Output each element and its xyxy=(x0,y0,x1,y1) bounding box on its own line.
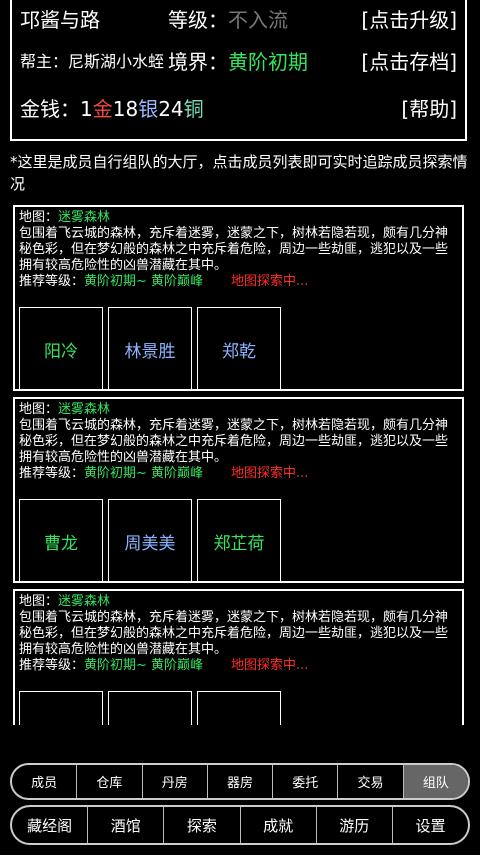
map-line: 地图：迷雾森林 xyxy=(19,210,458,226)
help-button[interactable]: [帮助] xyxy=(401,97,457,121)
member-button[interactable]: 郑乾 xyxy=(197,307,281,391)
level-value: 不入流 xyxy=(228,8,288,32)
member-button[interactable]: 郑芷荷 xyxy=(197,499,281,583)
map-name: 迷雾森林 xyxy=(58,402,111,417)
level-row: 等级：不入流 xyxy=(168,8,288,32)
member-button[interactable]: 阳冷 xyxy=(19,307,103,391)
map-line: 地图：迷雾森林 xyxy=(19,594,458,610)
silver-amount: 18 xyxy=(112,97,139,121)
recommend-line: 推荐等级：黄阶初期~ 黄阶巅峰 地图探索中... xyxy=(19,466,458,482)
team-card: 地图：迷雾森林 包围着飞云城的森林，充斥着迷雾，迷蒙之下，树林若隐若现，颇有几分… xyxy=(13,205,464,391)
sect-header: 邛酱与路 等级：不入流 [点击升级] 帮主：尼斯湖小水蛭 境界：黄阶初期 [点击… xyxy=(10,0,467,141)
realm-label: 境界： xyxy=(168,50,228,74)
silver-unit: 银 xyxy=(138,97,159,121)
recommend-line: 推荐等级：黄阶初期~ 黄阶巅峰 地图探索中... xyxy=(19,658,458,674)
map-description: 包围着飞云城的森林，充斥着迷雾，迷蒙之下，树林若隐若现，颇有几分神秘色彩，但在梦… xyxy=(19,226,449,273)
team-card: 地图：迷雾森林 包围着飞云城的森林，充斥着迷雾，迷蒙之下，树林若隐若现，颇有几分… xyxy=(13,397,464,583)
money-row: 金钱：1金18银24铜 xyxy=(20,97,204,121)
nav-explore[interactable]: 探索 xyxy=(164,807,241,843)
member-button[interactable] xyxy=(19,691,103,725)
copper-amount: 24 xyxy=(158,97,184,121)
explore-status: 地图探索中... xyxy=(231,658,309,673)
main-nav: 藏经阁 酒馆 探索 成就 游历 设置 xyxy=(10,805,470,845)
map-label: 地图： xyxy=(19,594,59,609)
gold-unit: 金 xyxy=(92,97,113,121)
nav-library[interactable]: 藏经阁 xyxy=(12,807,89,843)
sub-nav: 成员 仓库 丹房 器房 委托 交易 组队 xyxy=(10,763,470,800)
level-label: 等级： xyxy=(168,8,228,32)
member-list: 曹龙 周美美 郑芷荷 xyxy=(19,499,281,583)
sect-name: 邛酱与路 xyxy=(20,8,100,32)
leader-name: 尼斯湖小水蛭 xyxy=(68,52,165,71)
member-button[interactable] xyxy=(108,691,192,725)
map-name: 迷雾森林 xyxy=(58,594,111,609)
member-button[interactable]: 周美美 xyxy=(108,499,192,583)
tab-members[interactable]: 成员 xyxy=(12,765,78,798)
tab-trade[interactable]: 交易 xyxy=(338,765,404,798)
map-description: 包围着飞云城的森林，充斥着迷雾，迷蒙之下，树林若隐若现，颇有几分神秘色彩，但在梦… xyxy=(19,610,449,657)
recommend-level: 黄阶初期~ 黄阶巅峰 xyxy=(84,466,204,481)
member-button[interactable] xyxy=(197,691,281,725)
explore-status: 地图探索中... xyxy=(231,466,309,481)
recommend-level: 黄阶初期~ 黄阶巅峰 xyxy=(84,658,204,673)
member-button[interactable]: 林景胜 xyxy=(108,307,192,391)
intro-text: *这里是成员自行组队的大厅，点击成员列表即可实时追踪成员探索情况 xyxy=(10,153,468,193)
map-name: 迷雾森林 xyxy=(58,210,111,225)
map-description: 包围着飞云城的森林，充斥着迷雾，迷蒙之下，树林若隐若现，颇有几分神秘色彩，但在梦… xyxy=(19,418,449,465)
explore-status: 地图探索中... xyxy=(231,274,309,289)
map-line: 地图：迷雾森林 xyxy=(19,402,458,418)
team-list[interactable]: 地图：迷雾森林 包围着飞云城的森林，充斥着迷雾，迷蒙之下，树林若隐若现，颇有几分… xyxy=(13,205,465,725)
nav-settings[interactable]: 设置 xyxy=(393,807,468,843)
tab-commission[interactable]: 委托 xyxy=(273,765,339,798)
realm-row: 境界：黄阶初期 xyxy=(168,50,308,74)
upgrade-button[interactable]: [点击升级] xyxy=(361,8,457,32)
save-button[interactable]: [点击存档] xyxy=(361,50,457,74)
recommend-label: 推荐等级： xyxy=(19,274,85,289)
recommend-label: 推荐等级： xyxy=(19,466,85,481)
tab-team[interactable]: 组队 xyxy=(403,765,468,798)
recommend-level: 黄阶初期~ 黄阶巅峰 xyxy=(84,274,204,289)
map-label: 地图： xyxy=(19,210,59,225)
realm-value: 黄阶初期 xyxy=(228,50,308,74)
money-label: 金钱： xyxy=(20,97,80,121)
tab-forge[interactable]: 器房 xyxy=(208,765,274,798)
member-list xyxy=(19,691,281,725)
tab-alchemy[interactable]: 丹房 xyxy=(143,765,208,798)
tab-warehouse[interactable]: 仓库 xyxy=(77,765,143,798)
gold-amount: 1 xyxy=(80,97,93,121)
leader-row: 帮主：尼斯湖小水蛭 xyxy=(20,50,164,74)
recommend-line: 推荐等级：黄阶初期~ 黄阶巅峰 地图探索中... xyxy=(19,274,458,290)
copper-unit: 铜 xyxy=(183,97,204,121)
nav-achievements[interactable]: 成就 xyxy=(241,807,317,843)
member-button[interactable]: 曹龙 xyxy=(19,499,103,583)
nav-travel[interactable]: 游历 xyxy=(317,807,393,843)
leader-label: 帮主： xyxy=(20,52,69,71)
map-label: 地图： xyxy=(19,402,59,417)
team-card: 地图：迷雾森林 包围着飞云城的森林，充斥着迷雾，迷蒙之下，树林若隐若现，颇有几分… xyxy=(13,589,464,725)
member-list: 阳冷 林景胜 郑乾 xyxy=(19,307,281,391)
recommend-label: 推荐等级： xyxy=(19,658,85,673)
nav-tavern[interactable]: 酒馆 xyxy=(88,807,165,843)
